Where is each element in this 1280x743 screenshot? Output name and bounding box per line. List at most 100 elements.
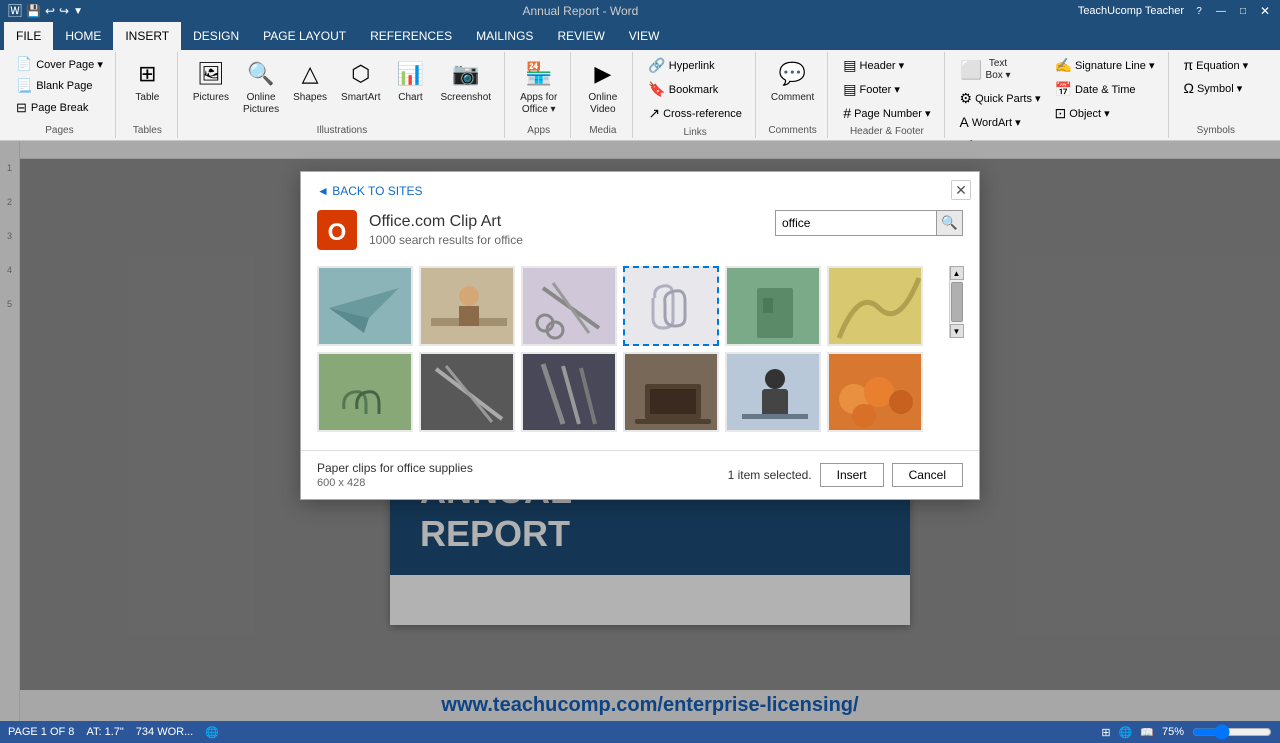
date-time-icon: 📅	[1055, 81, 1072, 98]
wordart-icon: A	[960, 114, 969, 130]
links-column: 🔗 Hyperlink 🔖 Bookmark ↗ Cross-reference	[643, 54, 747, 125]
tab-mailings[interactable]: MAILINGS	[464, 22, 545, 50]
tab-page-layout[interactable]: PAGE LAYOUT	[251, 22, 358, 50]
page-number-button[interactable]: # Page Number ▾	[838, 102, 935, 124]
signature-line-button[interactable]: ✍ Signature Line ▾	[1050, 54, 1160, 77]
quick-parts-label: Quick Parts ▾	[975, 92, 1040, 105]
image-cell-8[interactable]	[419, 352, 515, 432]
blank-page-button[interactable]: 📃 Blank Page	[12, 76, 107, 96]
shapes-icon: △	[294, 58, 326, 90]
back-to-sites-link[interactable]: ◄ BACK TO SITES	[317, 184, 963, 198]
chart-button[interactable]: 📊 Chart	[389, 54, 431, 108]
image-cell-3[interactable]	[521, 266, 617, 346]
tab-file[interactable]: FILE	[4, 22, 53, 50]
bookmark-button[interactable]: 🔖 Bookmark	[643, 78, 747, 101]
image-cell-9[interactable]	[521, 352, 617, 432]
tables-items: ⊞ Table	[126, 54, 168, 123]
symbol-button[interactable]: Ω Symbol ▾	[1179, 77, 1254, 99]
quick-parts-button[interactable]: ⚙ Quick Parts ▾	[955, 87, 1046, 110]
hyperlink-button[interactable]: 🔗 Hyperlink	[643, 54, 747, 77]
image-cell-2[interactable]	[419, 266, 515, 346]
online-pictures-button[interactable]: 🔍 OnlinePictures	[238, 54, 284, 120]
quick-access-undo[interactable]: ↩	[45, 4, 55, 18]
header-label: Header ▾	[860, 59, 905, 72]
image-cell-6[interactable]	[827, 266, 923, 346]
image-cell-4[interactable]: Paper clips for office supplies	[623, 266, 719, 346]
comment-button[interactable]: 💬 Comment	[766, 54, 819, 108]
media-group-label: Media	[589, 123, 616, 136]
cross-reference-button[interactable]: ↗ Cross-reference	[643, 102, 747, 125]
hyperlink-icon: 🔗	[648, 57, 665, 74]
image-cell-12[interactable]	[827, 352, 923, 432]
symbol-icon: Ω	[1184, 80, 1194, 96]
image-cell-1[interactable]	[317, 266, 413, 346]
language-icon[interactable]: 🌐	[205, 726, 219, 739]
object-button[interactable]: ⊡ Object ▾	[1050, 102, 1160, 125]
layout-web-icon[interactable]: 🌐	[1119, 726, 1133, 739]
scroll-thumb[interactable]	[951, 282, 963, 322]
maximize-button[interactable]: □	[1236, 4, 1250, 18]
online-video-button[interactable]: ▶ OnlineVideo	[582, 54, 624, 120]
search-button[interactable]: 🔍	[936, 211, 962, 235]
help-button[interactable]: ?	[1192, 4, 1206, 18]
symbols-column: π Equation ▾ Ω Symbol ▾	[1179, 54, 1254, 99]
layout-print-icon[interactable]: ⊞	[1101, 726, 1110, 739]
scroll-down-button[interactable]: ▼	[950, 324, 964, 338]
table-button[interactable]: ⊞ Table	[126, 54, 168, 108]
tab-home[interactable]: HOME	[53, 22, 113, 50]
close-button[interactable]: ✕	[1258, 4, 1272, 18]
tab-insert[interactable]: INSERT	[113, 22, 181, 50]
scroll-up-button[interactable]: ▲	[950, 266, 964, 280]
image-grid-container: Paper clips for office supplies	[317, 266, 963, 438]
layout-read-icon[interactable]: 📖	[1140, 726, 1154, 739]
image-cell-5[interactable]	[725, 266, 821, 346]
modal-close-button[interactable]: ✕	[951, 180, 971, 200]
apps-group-label: Apps	[527, 123, 550, 136]
pictures-label: Pictures	[193, 92, 229, 104]
tab-references[interactable]: REFERENCES	[358, 22, 464, 50]
image-cell-7[interactable]	[317, 352, 413, 432]
pictures-button[interactable]: 🖼 Pictures	[188, 54, 234, 108]
apps-items: 🏪 Apps forOffice ▾	[515, 54, 562, 123]
title-bar-controls: TeachUcomp Teacher ? — □ ✕	[1078, 4, 1272, 18]
signature-line-label: Signature Line ▾	[1075, 59, 1155, 72]
search-input[interactable]	[776, 214, 936, 232]
quick-access-save[interactable]: 💾	[26, 4, 41, 18]
zoom-slider[interactable]	[1192, 726, 1272, 738]
footer-button[interactable]: ▤ Footer ▾	[838, 78, 935, 101]
shapes-button[interactable]: △ Shapes	[288, 54, 332, 108]
apps-for-office-button[interactable]: 🏪 Apps forOffice ▾	[515, 54, 562, 120]
date-time-button[interactable]: 📅 Date & Time	[1050, 78, 1160, 101]
quick-access-redo[interactable]: ↪	[59, 4, 69, 18]
tab-review[interactable]: REVIEW	[545, 22, 616, 50]
image-cell-10[interactable]	[623, 352, 719, 432]
signature-line-icon: ✍	[1055, 57, 1072, 74]
quick-access-customize[interactable]: ▼	[73, 6, 83, 17]
cancel-button[interactable]: Cancel	[892, 463, 963, 487]
app-header: O Office.com Clip Art 1000 search result…	[317, 210, 963, 250]
header-button[interactable]: ▤ Header ▾	[838, 54, 935, 77]
header-icon: ▤	[843, 57, 856, 74]
ribbon-group-links: 🔗 Hyperlink 🔖 Bookmark ↗ Cross-reference…	[635, 52, 756, 138]
equation-button[interactable]: π Equation ▾	[1179, 54, 1254, 76]
date-time-label: Date & Time	[1075, 84, 1136, 96]
app-title: Office.com Clip Art	[369, 213, 523, 231]
symbol-label: Symbol ▾	[1197, 82, 1242, 95]
insert-button[interactable]: Insert	[820, 463, 884, 487]
tab-view[interactable]: VIEW	[617, 22, 672, 50]
minimize-button[interactable]: —	[1214, 4, 1228, 18]
page-break-button[interactable]: ⊟ Page Break	[12, 98, 107, 118]
user-account[interactable]: TeachUcomp Teacher	[1078, 5, 1184, 17]
text-box-button[interactable]: ⬜ TextBox ▾	[955, 54, 1046, 86]
wordart-button[interactable]: A WordArt ▾	[955, 111, 1046, 133]
screenshot-label: Screenshot	[440, 92, 491, 104]
image-cell-11[interactable]	[725, 352, 821, 432]
chart-label: Chart	[398, 92, 422, 104]
screenshot-button[interactable]: 📷 Screenshot	[435, 54, 496, 108]
tab-design[interactable]: DESIGN	[181, 22, 251, 50]
cover-page-button[interactable]: 📄 Cover Page ▾	[12, 54, 107, 74]
page-break-icon: ⊟	[16, 100, 27, 116]
bookmark-icon: 🔖	[648, 81, 665, 98]
table-icon: ⊞	[131, 58, 163, 90]
smartart-button[interactable]: ⬡ SmartArt	[336, 54, 385, 108]
